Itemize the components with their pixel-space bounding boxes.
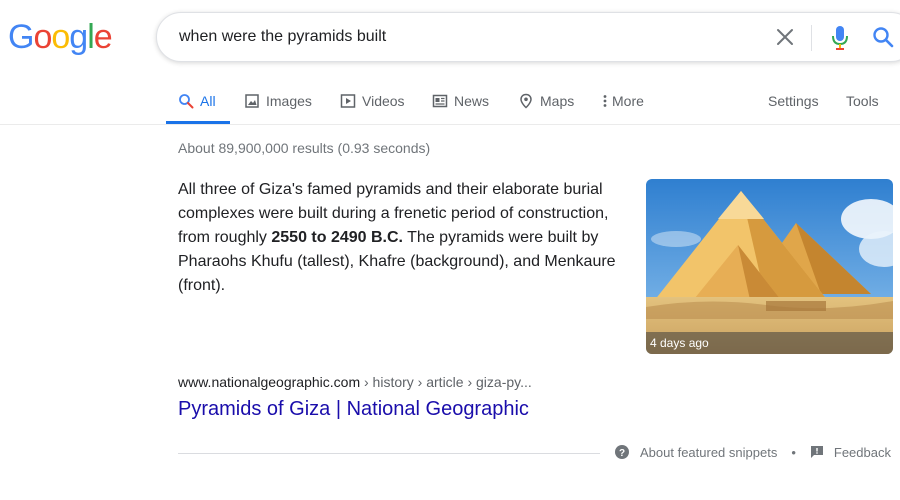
logo-letter: e [93,18,113,56]
tab-images[interactable]: Images [244,80,312,122]
search-box [156,12,900,62]
tab-more[interactable]: More [602,80,644,122]
tab-label: Images [266,93,312,109]
map-pin-icon [518,93,534,109]
footer-separator: • [791,444,796,460]
tools-label: Tools [846,93,879,109]
settings-label: Settings [768,93,819,109]
logo-letter: o [51,18,70,56]
feedback-link[interactable]: Feedback [810,445,891,460]
close-icon [777,29,793,45]
search-icon [178,93,194,109]
image-icon [244,93,260,109]
logo-letter: o [33,18,52,56]
result-breadcrumb: › history › article › giza-py... [360,374,532,390]
featured-snippet-image[interactable]: 4 days ago [646,179,893,354]
tab-settings[interactable]: Settings [768,80,819,122]
tab-all[interactable]: All [178,80,216,122]
about-featured-snippets-link[interactable]: ? About featured snippets [614,444,777,460]
tab-label: More [612,93,644,109]
about-snippets-label: About featured snippets [640,444,778,460]
pyramids-image [646,179,893,354]
tab-label: All [200,93,216,109]
result-domain: www.nationalgeographic.com [178,374,361,390]
image-caption: 4 days ago [646,332,893,354]
logo-letter: g [69,18,88,56]
tabs-divider [0,124,900,125]
feedback-icon [810,445,824,459]
video-icon [340,93,356,109]
voice-search-button[interactable] [828,24,852,52]
tab-videos[interactable]: Videos [340,80,405,122]
google-logo[interactable]: Google [8,18,113,57]
search-button[interactable] [871,25,895,49]
tab-label: Maps [540,93,575,109]
clear-search-button[interactable] [774,26,796,48]
result-stats: About 89,900,000 results (0.93 seconds) [178,140,431,156]
feedback-label: Feedback [833,444,891,460]
tab-label: Videos [362,93,405,109]
tab-maps[interactable]: Maps [518,80,574,122]
search-icon [873,27,894,48]
microphone-icon [832,26,848,50]
logo-letter: G [8,18,34,56]
more-vertical-icon [602,93,608,109]
search-input[interactable] [179,13,739,61]
snippet-footer: ? About featured snippets • Feedback [614,444,891,460]
tab-news[interactable]: News [432,80,489,122]
featured-snippet-text: All three of Giza's famed pyramids and t… [178,178,628,298]
result-title-link[interactable]: Pyramids of Giza | National Geographic [178,398,529,421]
snippet-footer-divider [178,453,600,454]
search-tabs: All Images Videos News Maps More Setting… [166,80,900,124]
result-url[interactable]: www.nationalgeographic.com › history › a… [178,374,532,390]
help-icon: ? [614,444,630,460]
search-divider [811,25,812,51]
snippet-highlight: 2550 to 2490 B.C. [271,229,403,246]
svg-text:?: ? [619,448,625,459]
tab-label: News [454,93,490,109]
tab-tools[interactable]: Tools [846,80,879,122]
news-icon [432,93,448,109]
